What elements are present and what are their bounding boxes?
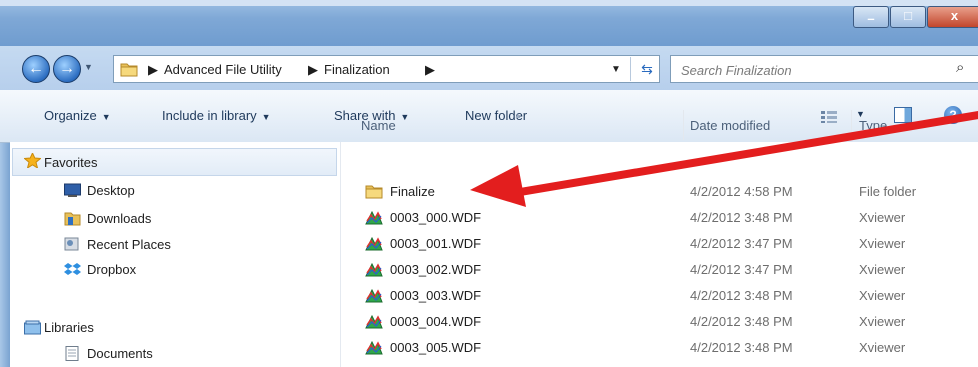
folder-icon [365,185,383,199]
wdf-file-icon [365,236,383,251]
file-name: Finalize [390,184,435,199]
file-list [341,142,978,367]
title-bar [0,0,978,46]
wdf-file-icon [365,262,383,277]
file-date-modified: 4/2/2012 3:48 PM [690,210,793,225]
file-type: Xviewer [859,288,906,303]
forward-button[interactable]: → [53,55,81,83]
explorer-window: – □ x ← → ▼ ▶ Advanced File Utility ▶ Fi… [0,0,978,367]
breadcrumb-finalization[interactable]: Finalization [324,62,390,77]
wdf-file-icon [365,210,383,225]
address-dropdown-icon[interactable]: ▼ [611,64,621,75]
search-input[interactable] [679,60,953,80]
search-icon[interactable]: ⌕ [956,59,964,76]
column-header-date-modified[interactable]: Date modified [690,118,770,133]
file-date-modified: 4/2/2012 3:48 PM [690,340,793,355]
chevron-down-icon: ▼ [101,112,111,122]
sidebar-favorites[interactable]: Favorites [44,155,97,170]
file-date-modified: 4/2/2012 4:58 PM [690,184,793,199]
help-icon[interactable]: ? [944,106,962,124]
back-button[interactable]: ← [22,55,50,83]
address-bar[interactable]: ▶ Advanced File Utility ▶ Finalization ▶… [113,55,660,83]
star-icon [24,153,41,168]
sidebar-item-desktop[interactable]: Desktop [87,183,135,198]
file-name: 0003_001.WDF [390,236,482,251]
breadcrumb-separator-icon[interactable]: ▶ [308,62,318,78]
sort-ascending-icon: ▲ [514,111,522,120]
wdf-file-icon [365,314,383,329]
minimize-button[interactable]: – [853,6,889,28]
folder-icon [120,63,138,77]
wdf-file-icon [365,288,383,303]
close-button[interactable]: x [927,6,978,28]
refresh-icon: ⇆ [641,61,653,77]
libraries-icon [24,320,41,335]
sidebar-libraries[interactable]: Libraries [44,320,94,335]
forward-arrow-icon: → [59,60,75,77]
close-icon: x [950,8,959,23]
file-date-modified: 4/2/2012 3:48 PM [690,314,793,329]
breadcrumb-separator-icon[interactable]: ▶ [148,62,158,78]
file-type: Xviewer [859,314,906,329]
breadcrumb-advanced-file-utility[interactable]: Advanced File Utility [164,62,282,77]
view-options-icon[interactable] [821,110,837,123]
chevron-down-icon: ▼ [261,112,271,122]
file-date-modified: 4/2/2012 3:47 PM [690,236,793,251]
file-date-modified: 4/2/2012 3:47 PM [690,262,793,277]
recent-pages-dropdown[interactable]: ▼ [84,62,93,72]
maximize-icon: □ [904,8,912,23]
column-separator[interactable] [683,110,684,140]
preview-pane-icon[interactable] [894,107,912,123]
file-type: Xviewer [859,340,906,355]
include-label: Include in library [162,108,257,123]
documents-icon [65,346,79,361]
organize-button[interactable]: Organize ▼ [44,108,111,123]
desktop-icon [64,183,81,197]
file-name: 0003_002.WDF [390,262,482,277]
chevron-down-icon: ▼ [400,112,410,122]
wdf-file-icon [365,340,383,355]
search-box[interactable]: ⌕ [670,55,978,83]
sidebar-item-recent-places[interactable]: Recent Places [87,237,171,252]
breadcrumb-separator-icon[interactable]: ▶ [425,62,435,78]
file-name: 0003_003.WDF [390,288,482,303]
file-name: 0003_005.WDF [390,340,482,355]
refresh-button[interactable]: ⇆ [630,57,663,81]
recent-places-icon [64,237,79,251]
sidebar-item-documents[interactable]: Documents [87,346,153,361]
back-arrow-icon: ← [28,60,44,77]
column-header-name[interactable]: Name [361,118,396,133]
file-type: Xviewer [859,210,906,225]
sidebar-item-dropbox[interactable]: Dropbox [87,262,136,277]
include-in-library-button[interactable]: Include in library ▼ [162,108,271,123]
minimize-icon: – [867,11,875,26]
title-bar-edge [0,0,978,6]
column-separator[interactable] [851,110,852,140]
downloads-icon [64,212,81,226]
file-name: 0003_000.WDF [390,210,482,225]
maximize-button[interactable]: □ [890,6,926,28]
sidebar-item-downloads[interactable]: Downloads [87,211,151,226]
file-type: Xviewer [859,262,906,277]
file-type: Xviewer [859,236,906,251]
column-header-type[interactable]: Type [859,118,887,133]
file-type: File folder [859,184,917,199]
dropbox-icon [64,263,81,275]
organize-label: Organize [44,108,97,123]
file-date-modified: 4/2/2012 3:48 PM [690,288,793,303]
file-name: 0003_004.WDF [390,314,482,329]
